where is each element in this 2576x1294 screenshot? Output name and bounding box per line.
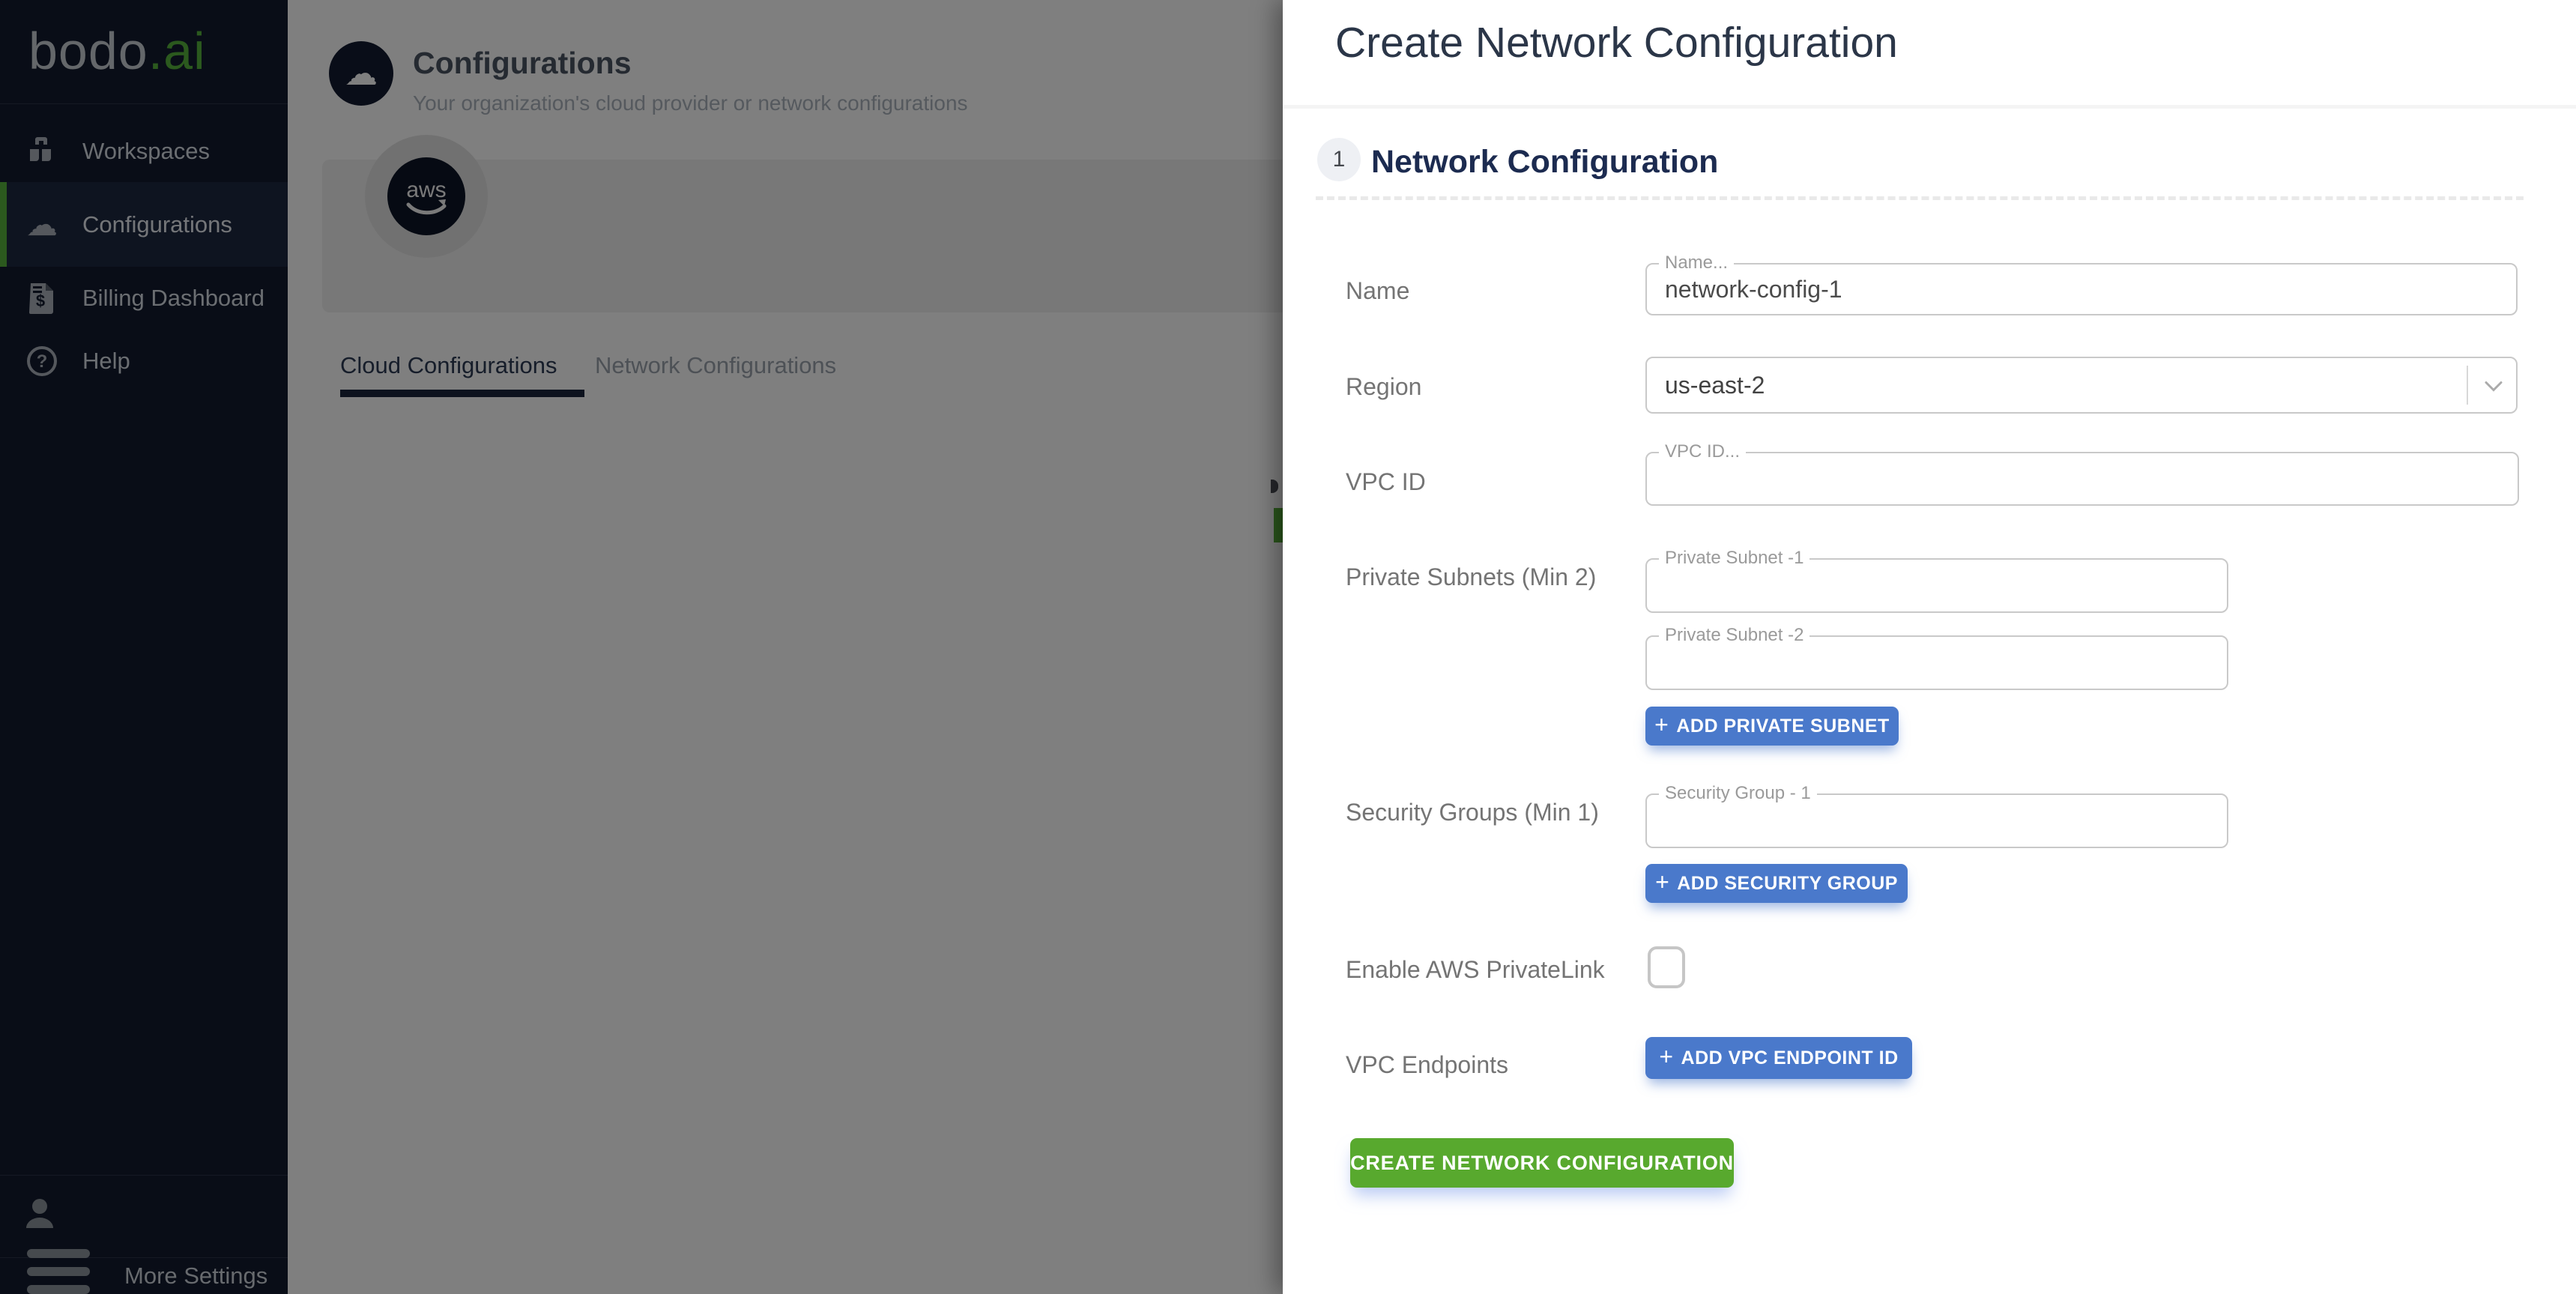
name-label: Name bbox=[1346, 277, 1410, 304]
region-select[interactable]: us-east-2 bbox=[1645, 357, 2518, 414]
privatelink-label: Enable AWS PrivateLink bbox=[1346, 956, 1605, 983]
region-selected-value: us-east-2 bbox=[1665, 371, 1765, 399]
vpc-endpoints-label: VPC Endpoints bbox=[1346, 1051, 1509, 1078]
add-security-group-label: ADD SECURITY GROUP bbox=[1677, 872, 1898, 894]
plus-icon: + bbox=[1659, 1043, 1674, 1070]
private-subnet-1-notch-label: Private Subnet -1 bbox=[1659, 548, 1810, 569]
region-label: Region bbox=[1346, 373, 1422, 400]
create-network-configuration-button[interactable]: CREATE NETWORK CONFIGURATION bbox=[1350, 1138, 1734, 1188]
name-input[interactable] bbox=[1647, 264, 2516, 314]
step-title: Network Configuration bbox=[1371, 144, 1719, 180]
security-group-1-notch-label: Security Group - 1 bbox=[1659, 783, 1817, 804]
create-network-drawer: Create Network Configuration 1 Network C… bbox=[1283, 0, 2576, 1294]
drawer-divider bbox=[1283, 105, 2576, 109]
vpc-id-input[interactable] bbox=[1647, 453, 2518, 504]
add-private-subnet-label: ADD PRIVATE SUBNET bbox=[1676, 715, 1890, 737]
plus-icon: + bbox=[1654, 711, 1669, 738]
name-notch-label: Name... bbox=[1659, 253, 1735, 273]
private-subnet-2-notch-label: Private Subnet -2 bbox=[1659, 625, 1810, 646]
add-private-subnet-button[interactable]: + ADD PRIVATE SUBNET bbox=[1645, 707, 1899, 746]
vpc-id-label: VPC ID bbox=[1346, 468, 1426, 495]
chevron-down-icon[interactable] bbox=[2483, 372, 2504, 399]
dashed-divider bbox=[1316, 196, 2524, 200]
vpc-id-field-wrap: VPC ID... bbox=[1645, 441, 2519, 506]
step-number-badge: 1 bbox=[1317, 138, 1361, 181]
add-vpc-endpoint-button[interactable]: + ADD VPC ENDPOINT ID bbox=[1645, 1037, 1912, 1079]
security-groups-label: Security Groups (Min 1) bbox=[1346, 799, 1599, 826]
select-divider bbox=[2467, 366, 2468, 405]
drawer-title: Create Network Configuration bbox=[1335, 19, 1898, 67]
privatelink-checkbox[interactable] bbox=[1648, 946, 1685, 988]
private-subnet-1-wrap: Private Subnet -1 bbox=[1645, 548, 2228, 613]
private-subnets-label: Private Subnets (Min 2) bbox=[1346, 563, 1597, 590]
plus-icon: + bbox=[1655, 868, 1670, 895]
add-vpc-endpoint-label: ADD VPC ENDPOINT ID bbox=[1681, 1047, 1899, 1068]
security-group-1-wrap: Security Group - 1 bbox=[1645, 783, 2228, 848]
add-security-group-button[interactable]: + ADD SECURITY GROUP bbox=[1645, 864, 1908, 903]
private-subnet-2-wrap: Private Subnet -2 bbox=[1645, 625, 2228, 690]
app-root: bodo.ai Workspaces ☁ Configurations $ Bi… bbox=[0, 0, 2576, 1294]
vpc-id-notch-label: VPC ID... bbox=[1659, 441, 1747, 462]
name-field-wrap: Name... bbox=[1645, 253, 2518, 315]
